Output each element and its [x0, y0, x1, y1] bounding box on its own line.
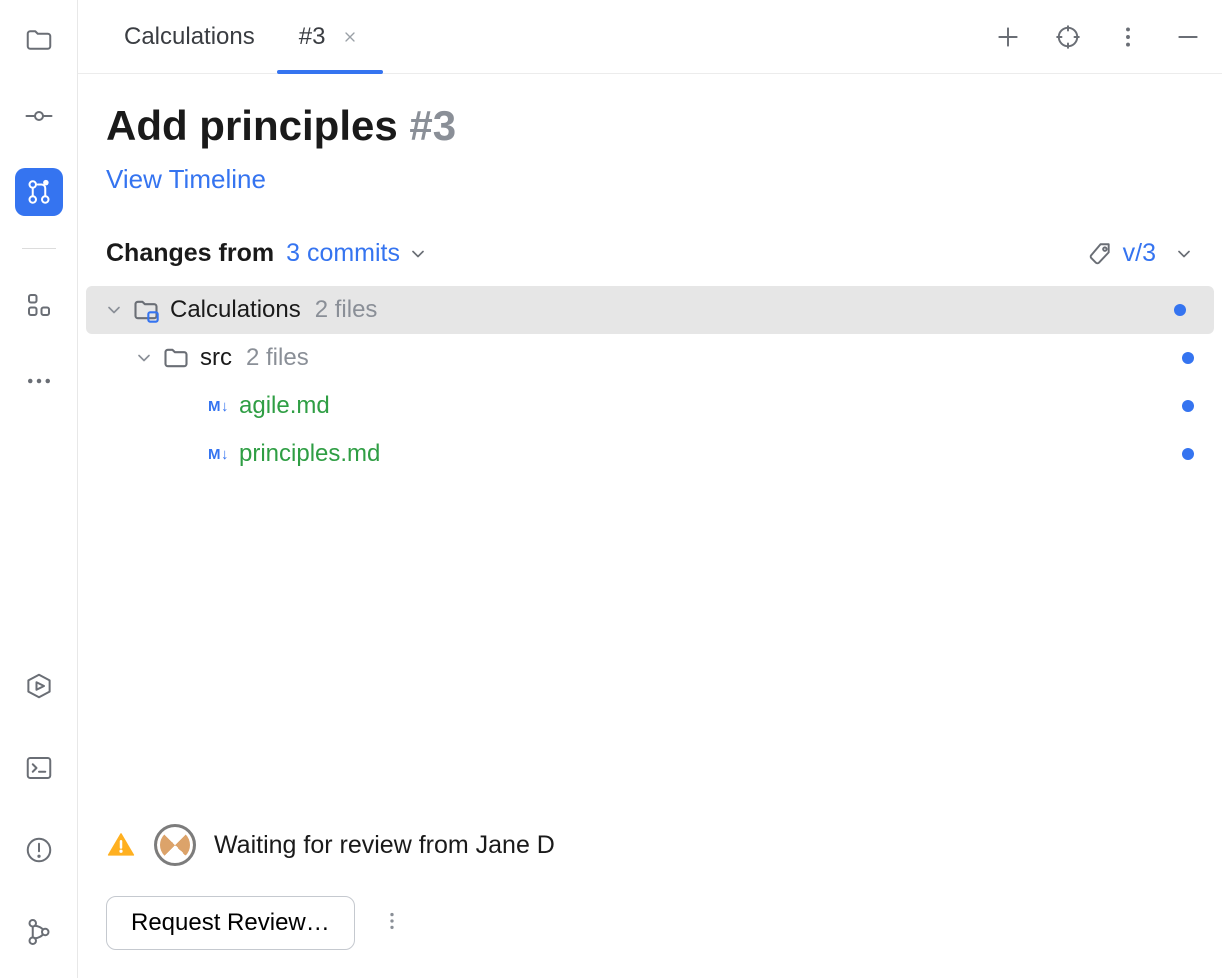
- tab-pr-label: #3: [299, 23, 326, 51]
- folder-icon: [162, 344, 190, 372]
- rail-structure-icon[interactable]: [15, 281, 63, 329]
- new-icon[interactable]: [988, 17, 1028, 57]
- tree-file-name: agile.md: [239, 392, 330, 420]
- chevron-down-icon: [1174, 244, 1194, 264]
- close-icon[interactable]: [339, 26, 361, 48]
- chevron-down-icon[interactable]: [132, 346, 156, 370]
- rail-divider: [22, 248, 56, 249]
- view-timeline-link[interactable]: View Timeline: [106, 164, 266, 195]
- change-dot: [1182, 352, 1194, 364]
- changes-tree: Calculations 2 files src 2 files: [78, 286, 1222, 478]
- minimize-icon[interactable]: [1168, 17, 1208, 57]
- version-label: v/3: [1123, 239, 1156, 268]
- main-panel: Calculations #3: [78, 0, 1222, 978]
- markdown-icon: M↓: [208, 398, 229, 415]
- module-icon: [132, 296, 160, 324]
- tree-root-count: 2 files: [315, 296, 378, 324]
- rail-services-icon[interactable]: [15, 662, 63, 710]
- change-dot: [1182, 448, 1194, 460]
- footer-more-icon[interactable]: [381, 908, 403, 939]
- request-review-button[interactable]: Request Review…: [106, 896, 355, 950]
- target-icon[interactable]: [1048, 17, 1088, 57]
- change-dot: [1174, 304, 1186, 316]
- tab-more-icon[interactable]: [1108, 17, 1148, 57]
- reviewer-avatar[interactable]: [154, 824, 196, 866]
- tree-file-name: principles.md: [239, 440, 380, 468]
- pr-number: #3: [409, 102, 456, 149]
- tree-file[interactable]: M↓ agile.md: [78, 382, 1222, 430]
- tree-file[interactable]: M↓ principles.md: [78, 430, 1222, 478]
- tab-project-label: Calculations: [124, 23, 255, 51]
- chevron-down-icon: [408, 244, 428, 264]
- tree-folder-src[interactable]: src 2 files: [78, 334, 1222, 382]
- commits-dropdown[interactable]: 3 commits: [286, 239, 428, 268]
- tree-root[interactable]: Calculations 2 files: [86, 286, 1214, 334]
- rail-vcs-icon[interactable]: [15, 908, 63, 956]
- tree-root-name: Calculations: [170, 296, 301, 324]
- review-status-text: Waiting for review from Jane D: [214, 831, 555, 860]
- tab-pr[interactable]: #3: [277, 0, 384, 73]
- tab-project[interactable]: Calculations: [102, 0, 277, 73]
- rail-problems-icon[interactable]: [15, 826, 63, 874]
- rail-more-icon[interactable]: [15, 357, 63, 405]
- commits-count: 3 commits: [286, 239, 400, 268]
- pr-title: Add principles #3: [106, 102, 1194, 150]
- version-dropdown[interactable]: v/3: [1087, 239, 1194, 268]
- tag-icon: [1087, 241, 1113, 267]
- left-rail: [0, 0, 78, 978]
- chevron-down-icon[interactable]: [102, 298, 126, 322]
- markdown-icon: M↓: [208, 446, 229, 463]
- changes-from-label: Changes from: [106, 239, 274, 268]
- tree-src-name: src: [200, 344, 232, 372]
- rail-terminal-icon[interactable]: [15, 744, 63, 792]
- tree-src-count: 2 files: [246, 344, 309, 372]
- rail-project-icon[interactable]: [15, 16, 63, 64]
- warning-icon: [106, 830, 136, 860]
- rail-pull-requests-icon[interactable]: [15, 168, 63, 216]
- review-status-row: Waiting for review from Jane D: [106, 824, 1194, 866]
- tab-bar: Calculations #3: [78, 0, 1222, 74]
- change-dot: [1182, 400, 1194, 412]
- pr-title-text: Add principles: [106, 102, 398, 149]
- rail-commit-icon[interactable]: [15, 92, 63, 140]
